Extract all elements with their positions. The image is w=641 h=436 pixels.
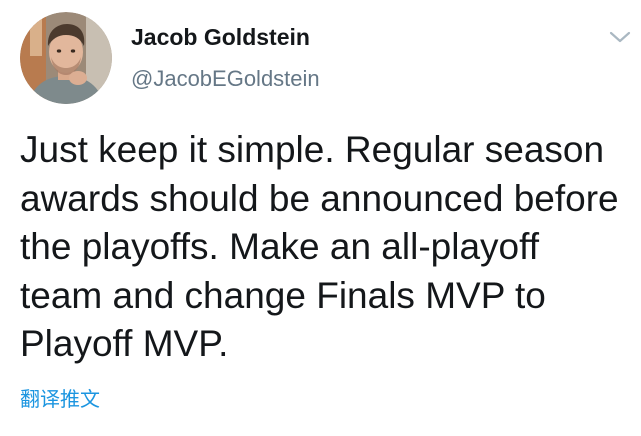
chevron-down-icon[interactable] (608, 28, 632, 46)
author-handle[interactable]: @JacobEGoldstein (131, 66, 320, 92)
avatar[interactable] (20, 12, 112, 104)
author-name[interactable]: Jacob Goldstein (131, 24, 310, 51)
translate-tweet-link[interactable]: 翻译推文 (20, 383, 100, 412)
tweet-text: Just keep it simple. Regular season awar… (20, 129, 619, 364)
